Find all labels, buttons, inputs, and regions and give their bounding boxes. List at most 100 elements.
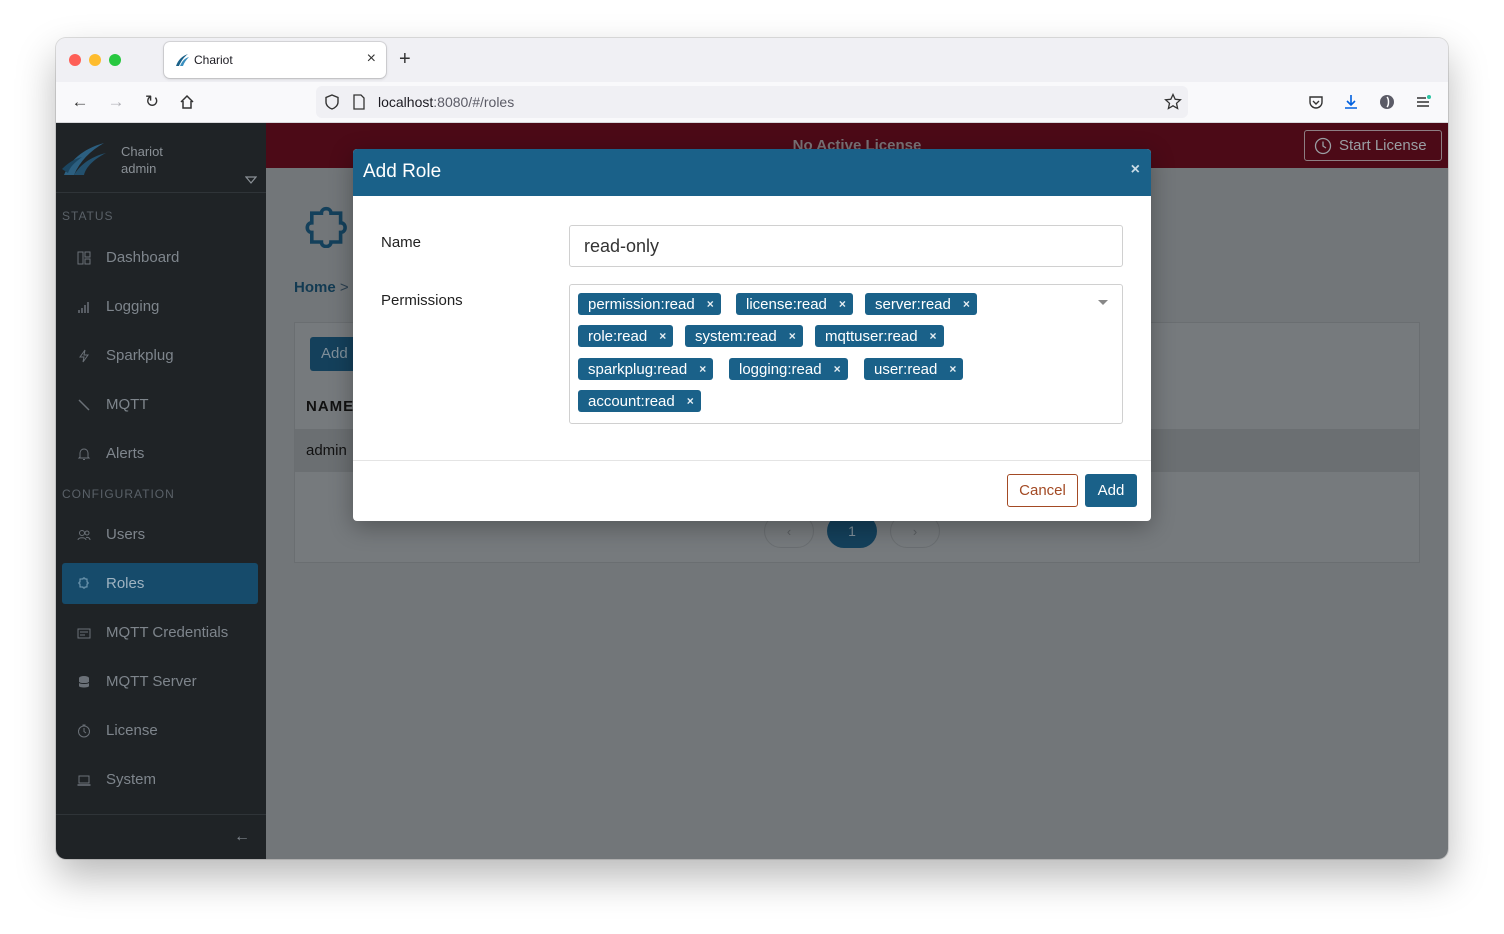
breadcrumb-separator: >: [339, 279, 349, 296]
remove-chip-icon[interactable]: ×: [949, 362, 956, 376]
close-window-button[interactable]: [69, 54, 81, 66]
permission-chip: sparkplug:read ×: [578, 358, 714, 380]
brand-header[interactable]: Chariot admin: [56, 123, 266, 193]
sidebar-item-label: System: [106, 771, 157, 788]
reload-icon[interactable]: ↻: [142, 92, 162, 112]
users-icon: [76, 527, 92, 543]
sidebar-item-label: License: [106, 722, 158, 739]
remove-chip-icon[interactable]: ×: [834, 362, 841, 376]
tab-strip: Chariot × +: [56, 38, 1448, 82]
clock-icon: [76, 723, 92, 739]
sidebar-item-logging[interactable]: Logging: [62, 286, 258, 327]
browser-tab[interactable]: Chariot ×: [164, 42, 386, 78]
laptop-icon: [76, 772, 92, 788]
modal-header: Add Role ×: [353, 149, 1151, 196]
tab-close-icon[interactable]: ×: [367, 50, 376, 68]
sidebar-item-dashboard[interactable]: Dashboard: [62, 237, 258, 278]
permission-chip: license:read ×: [736, 293, 853, 315]
bar-chart-icon: [76, 299, 92, 315]
sidebar-item-alerts[interactable]: Alerts: [62, 433, 258, 474]
remove-chip-icon[interactable]: ×: [963, 297, 970, 311]
new-tab-icon[interactable]: +: [399, 48, 411, 70]
sidebar-item-label: Logging: [106, 298, 160, 315]
sidebar-item-roles[interactable]: Roles: [62, 563, 258, 604]
url-bar[interactable]: localhost:8080/#/roles: [316, 86, 1188, 118]
modal-divider: [353, 460, 1151, 461]
download-icon[interactable]: [1341, 92, 1361, 112]
slash-icon: [76, 397, 92, 413]
role-name-input[interactable]: [569, 225, 1123, 267]
status-section-label: STATUS: [62, 209, 114, 223]
remove-chip-icon[interactable]: ×: [687, 394, 694, 408]
permission-chip: server:read ×: [865, 293, 977, 315]
chevron-down-icon[interactable]: [245, 175, 257, 185]
brand-user: admin: [121, 161, 157, 176]
cancel-button[interactable]: Cancel: [1007, 474, 1078, 507]
chariot-logo-icon: [62, 143, 106, 175]
breadcrumb: Home >: [294, 279, 349, 296]
remove-chip-icon[interactable]: ×: [699, 362, 706, 376]
bell-icon: [76, 446, 92, 462]
remove-chip-icon[interactable]: ×: [659, 329, 666, 343]
chevron-down-icon[interactable]: [1098, 300, 1108, 305]
pocket-icon[interactable]: [1306, 92, 1326, 112]
sidebar-item-system[interactable]: System: [62, 759, 258, 800]
start-license-button[interactable]: Start License: [1304, 130, 1442, 161]
column-header-name[interactable]: NAME: [306, 398, 354, 415]
permission-chip: user:read ×: [864, 358, 964, 380]
add-button[interactable]: Add: [1085, 474, 1137, 507]
start-license-label: Start License: [1339, 137, 1427, 154]
page-icon: [353, 94, 365, 110]
remove-chip-icon[interactable]: ×: [789, 329, 796, 343]
sidebar-item-label: MQTT Server: [106, 673, 197, 690]
sidebar-item-label: Sparkplug: [106, 347, 174, 364]
permission-chip: system:read ×: [685, 325, 803, 347]
puzzle-icon: [76, 576, 92, 592]
collapse-sidebar-icon[interactable]: ←: [234, 828, 250, 846]
clock-icon: [1314, 137, 1332, 155]
table-cell-name: admin: [306, 442, 347, 459]
sidebar-item-label: Alerts: [106, 445, 145, 462]
sidebar-item-mqtt[interactable]: MQTT: [62, 384, 258, 425]
close-icon[interactable]: ×: [1131, 161, 1140, 179]
shield-icon[interactable]: [324, 94, 340, 110]
extension-icon[interactable]: [1377, 92, 1397, 112]
configuration-section-label: CONFIGURATION: [62, 487, 175, 501]
sidebar-item-label: Roles: [106, 575, 145, 592]
sidebar-item-label: MQTT Credentials: [106, 624, 229, 641]
remove-chip-icon[interactable]: ×: [707, 297, 714, 311]
add-role-modal: Add Role × Name Permissions permission:r…: [353, 149, 1151, 521]
sidebar-item-users[interactable]: Users: [62, 514, 258, 555]
sidebar-item-sparkplug[interactable]: Sparkplug: [62, 335, 258, 376]
permissions-label: Permissions: [381, 292, 463, 309]
sidebar-item-license[interactable]: License: [62, 710, 258, 751]
sidebar-item-label: Dashboard: [106, 249, 180, 266]
zoom-window-button[interactable]: [109, 54, 121, 66]
back-icon[interactable]: ←: [70, 92, 90, 112]
card-icon: [76, 625, 92, 641]
sidebar-item-mqtt-credentials[interactable]: MQTT Credentials: [62, 612, 258, 653]
bookmark-star-icon[interactable]: [1164, 93, 1182, 111]
permission-chip: logging:read ×: [729, 358, 848, 380]
permission-chip: role:read ×: [578, 325, 674, 347]
breadcrumb-home[interactable]: Home: [294, 279, 336, 296]
home-icon[interactable]: [177, 92, 197, 112]
browser-window: Chariot × + ← → ↻ localhost:8080/#/roles: [56, 38, 1448, 859]
forward-icon[interactable]: →: [106, 92, 126, 112]
permission-chip: mqttuser:read ×: [815, 325, 944, 347]
database-icon: [76, 674, 92, 690]
sidebar-item-mqtt-server[interactable]: MQTT Server: [62, 661, 258, 702]
chariot-favicon-icon: [176, 54, 189, 66]
url-text[interactable]: localhost:8080/#/roles: [378, 94, 514, 110]
minimize-window-button[interactable]: [89, 54, 101, 66]
sidebar-item-label: Users: [106, 526, 146, 543]
dashboard-icon: [76, 250, 92, 266]
permissions-multiselect[interactable]: permission:read × license:read × server:re…: [569, 284, 1123, 424]
navigation-bar: ← → ↻ localhost:8080/#/roles: [56, 82, 1448, 123]
menu-icon[interactable]: [1413, 92, 1433, 112]
puzzle-icon: [305, 206, 347, 248]
remove-chip-icon[interactable]: ×: [930, 329, 937, 343]
remove-chip-icon[interactable]: ×: [839, 297, 846, 311]
name-label: Name: [381, 234, 422, 251]
sidebar-footer: ←: [56, 814, 266, 859]
